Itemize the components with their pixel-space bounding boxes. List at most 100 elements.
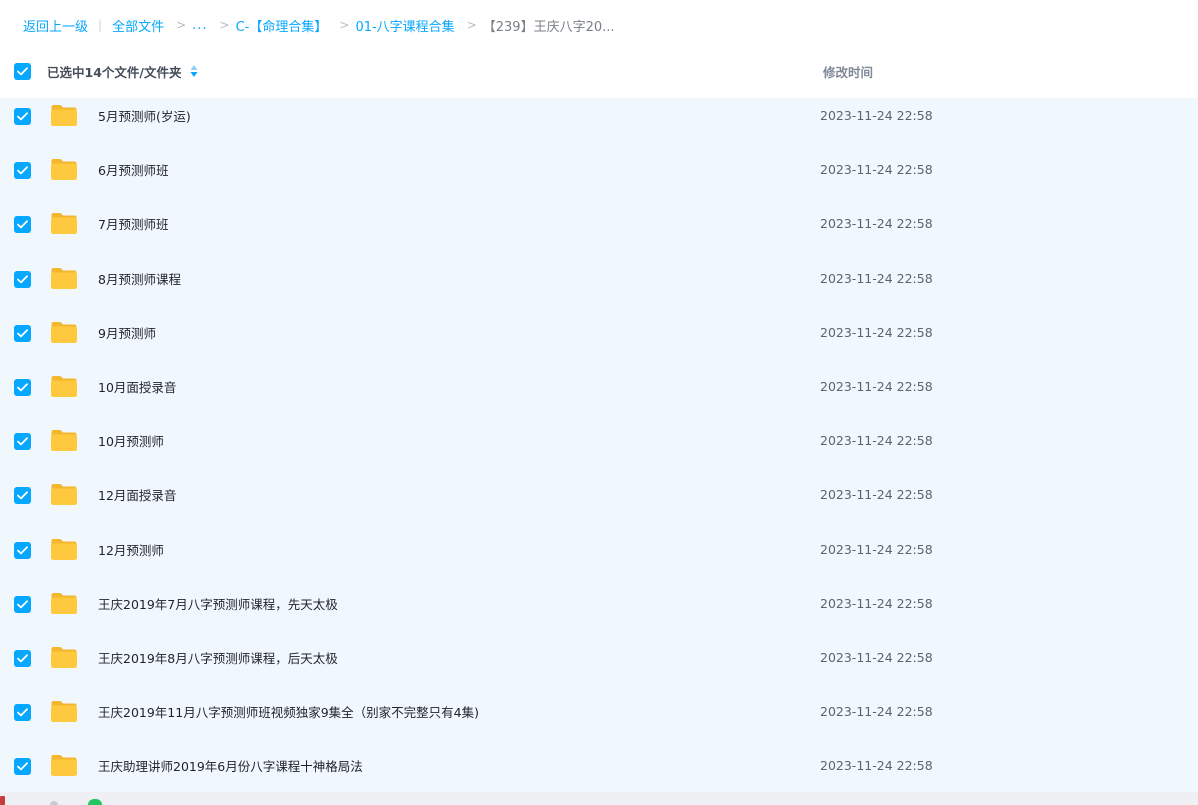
sort-icon[interactable]	[189, 63, 199, 79]
checkmark-icon	[17, 545, 28, 554]
folder-icon	[51, 592, 77, 614]
modified-date: 2023-11-24 22:58	[820, 541, 933, 557]
checkmark-icon	[17, 112, 28, 121]
file-name[interactable]: 8月预测师课程	[98, 269, 181, 288]
folder-icon	[51, 321, 77, 343]
file-row[interactable]: 9月预测师 2023-11-24 22:58	[0, 315, 1198, 369]
row-checkbox[interactable]	[14, 650, 31, 667]
file-row[interactable]: 10月预测师 2023-11-24 22:58	[0, 423, 1198, 477]
file-row[interactable]: 12月预测师 2023-11-24 22:58	[0, 532, 1198, 586]
file-name[interactable]: 10月预测师	[98, 431, 164, 450]
modified-date: 2023-11-24 22:58	[820, 324, 933, 340]
checkmark-icon	[17, 708, 28, 717]
file-name[interactable]: 12月预测师	[98, 540, 164, 559]
file-name[interactable]: 王庆2019年11月八字预测师班视频独家9集全（别家不完整只有4集)	[98, 702, 479, 721]
file-name[interactable]: 王庆2019年7月八字预测师课程，先天太极	[98, 594, 338, 613]
modified-date: 2023-11-24 22:58	[820, 216, 933, 232]
bottom-strip	[0, 792, 1198, 805]
breadcrumb-current: 【239】王庆八字20...	[482, 19, 615, 35]
checkmark-icon	[17, 166, 28, 175]
row-checkbox[interactable]	[14, 162, 31, 180]
file-row[interactable]: 12月面授录音 2023-11-24 22:58	[0, 477, 1198, 531]
file-browser: 返回上一级 | 全部文件 > ... > C-【命理合集】 > 01-八字课程合…	[0, 0, 1198, 805]
breadcrumb-level2[interactable]: 01-八字课程合集	[355, 16, 454, 35]
file-row[interactable]: 6月预测师班 2023-11-24 22:58	[0, 152, 1198, 206]
back-link[interactable]: 返回上一级	[23, 16, 88, 35]
selection-count-label: 已选中14个文件/文件夹	[47, 65, 182, 80]
file-row[interactable]: 10月面授录音 2023-11-24 22:58	[0, 369, 1198, 423]
app-icon	[88, 799, 102, 805]
file-name[interactable]: 王庆2019年8月八字预测师课程，后天太极	[98, 648, 338, 667]
file-name[interactable]: 9月预测师	[98, 323, 156, 342]
file-row[interactable]: 8月预测师课程 2023-11-24 22:58	[0, 261, 1198, 315]
row-checkbox[interactable]	[14, 704, 31, 722]
folder-icon	[51, 755, 77, 777]
modified-date: 2023-11-24 22:58	[820, 108, 933, 123]
modified-date: 2023-11-24 22:58	[820, 487, 933, 503]
breadcrumb-chevron-icon: >	[219, 18, 230, 32]
row-checkbox[interactable]	[14, 758, 31, 776]
column-header-modified[interactable]: 修改时间	[823, 62, 873, 81]
select-all-checkbox[interactable]	[14, 63, 31, 80]
checkmark-icon	[17, 220, 28, 229]
app-icon	[0, 796, 5, 805]
folder-icon	[51, 647, 77, 668]
folder-icon	[51, 430, 77, 452]
file-row[interactable]: 王庆2019年11月八字预测师班视频独家9集全（别家不完整只有4集) 2023-1…	[0, 694, 1198, 748]
breadcrumb-chevron-icon: >	[466, 18, 477, 32]
modified-date: 2023-11-24 22:58	[820, 270, 933, 286]
file-name[interactable]: 12月面授录音	[98, 485, 176, 504]
file-row[interactable]: 5月预测师(岁运) 2023-11-24 22:58	[0, 98, 1198, 152]
checkmark-icon	[17, 437, 28, 446]
checkmark-icon	[17, 762, 28, 771]
row-checkbox[interactable]	[14, 487, 31, 505]
breadcrumb-ellipsis[interactable]: ...	[192, 18, 207, 33]
folder-icon	[51, 105, 77, 126]
file-row[interactable]: 王庆2019年7月八字预测师课程，先天太极 2023-11-24 22:58	[0, 586, 1198, 640]
modified-date: 2023-11-24 22:58	[820, 433, 933, 449]
modified-date: 2023-11-24 22:58	[820, 704, 933, 720]
folder-icon	[51, 267, 77, 289]
breadcrumb-divider: |	[98, 18, 103, 32]
file-name[interactable]: 7月预测师班	[98, 214, 168, 233]
breadcrumb-all-files[interactable]: 全部文件	[112, 16, 164, 35]
file-name[interactable]: 10月面授录音	[98, 377, 176, 396]
app-icon	[50, 801, 58, 805]
modified-date: 2023-11-24 22:58	[820, 595, 933, 611]
list-header: 已选中14个文件/文件夹 修改时间	[0, 52, 1198, 90]
folder-icon	[51, 159, 77, 181]
folder-icon	[51, 213, 77, 235]
file-name[interactable]: 5月预测师(岁运)	[98, 106, 191, 125]
checkmark-icon	[17, 329, 28, 338]
breadcrumb-level1[interactable]: C-【命理合集】	[236, 16, 328, 35]
row-checkbox[interactable]	[14, 216, 31, 234]
modified-date: 2023-11-24 22:58	[820, 758, 933, 774]
row-checkbox[interactable]	[14, 541, 31, 559]
row-checkbox[interactable]	[14, 324, 31, 342]
checkmark-icon	[17, 600, 28, 609]
file-name[interactable]: 6月预测师班	[98, 160, 168, 179]
folder-icon	[51, 376, 77, 397]
checkmark-icon	[17, 67, 28, 76]
file-row[interactable]: 王庆2019年8月八字预测师课程，后天太极 2023-11-24 22:58	[0, 640, 1198, 694]
file-list: 5月预测师(岁运) 2023-11-24 22:58 6月预测师班 2023-11-2…	[0, 98, 1198, 792]
modified-date: 2023-11-24 22:58	[820, 650, 933, 665]
checkmark-icon	[17, 383, 28, 392]
row-checkbox[interactable]	[14, 270, 31, 288]
checkmark-icon	[17, 654, 28, 663]
folder-icon	[51, 484, 77, 506]
file-row[interactable]: 7月预测师班 2023-11-24 22:58	[0, 206, 1198, 260]
breadcrumb-chevron-icon: >	[339, 18, 350, 32]
checkmark-icon	[17, 274, 28, 283]
row-checkbox[interactable]	[14, 433, 31, 451]
row-checkbox[interactable]	[14, 108, 31, 125]
folder-icon	[51, 538, 77, 560]
file-name[interactable]: 王庆助理讲师2019年6月份八字课程十神格局法	[98, 756, 363, 775]
row-checkbox[interactable]	[14, 595, 31, 613]
breadcrumb-chevron-icon: >	[176, 18, 187, 32]
checkmark-icon	[17, 491, 28, 500]
modified-date: 2023-11-24 22:58	[820, 379, 933, 394]
modified-date: 2023-11-24 22:58	[820, 162, 933, 178]
breadcrumb: 返回上一级 | 全部文件 > ... > C-【命理合集】 > 01-八字课程合…	[23, 15, 615, 35]
row-checkbox[interactable]	[14, 379, 31, 396]
